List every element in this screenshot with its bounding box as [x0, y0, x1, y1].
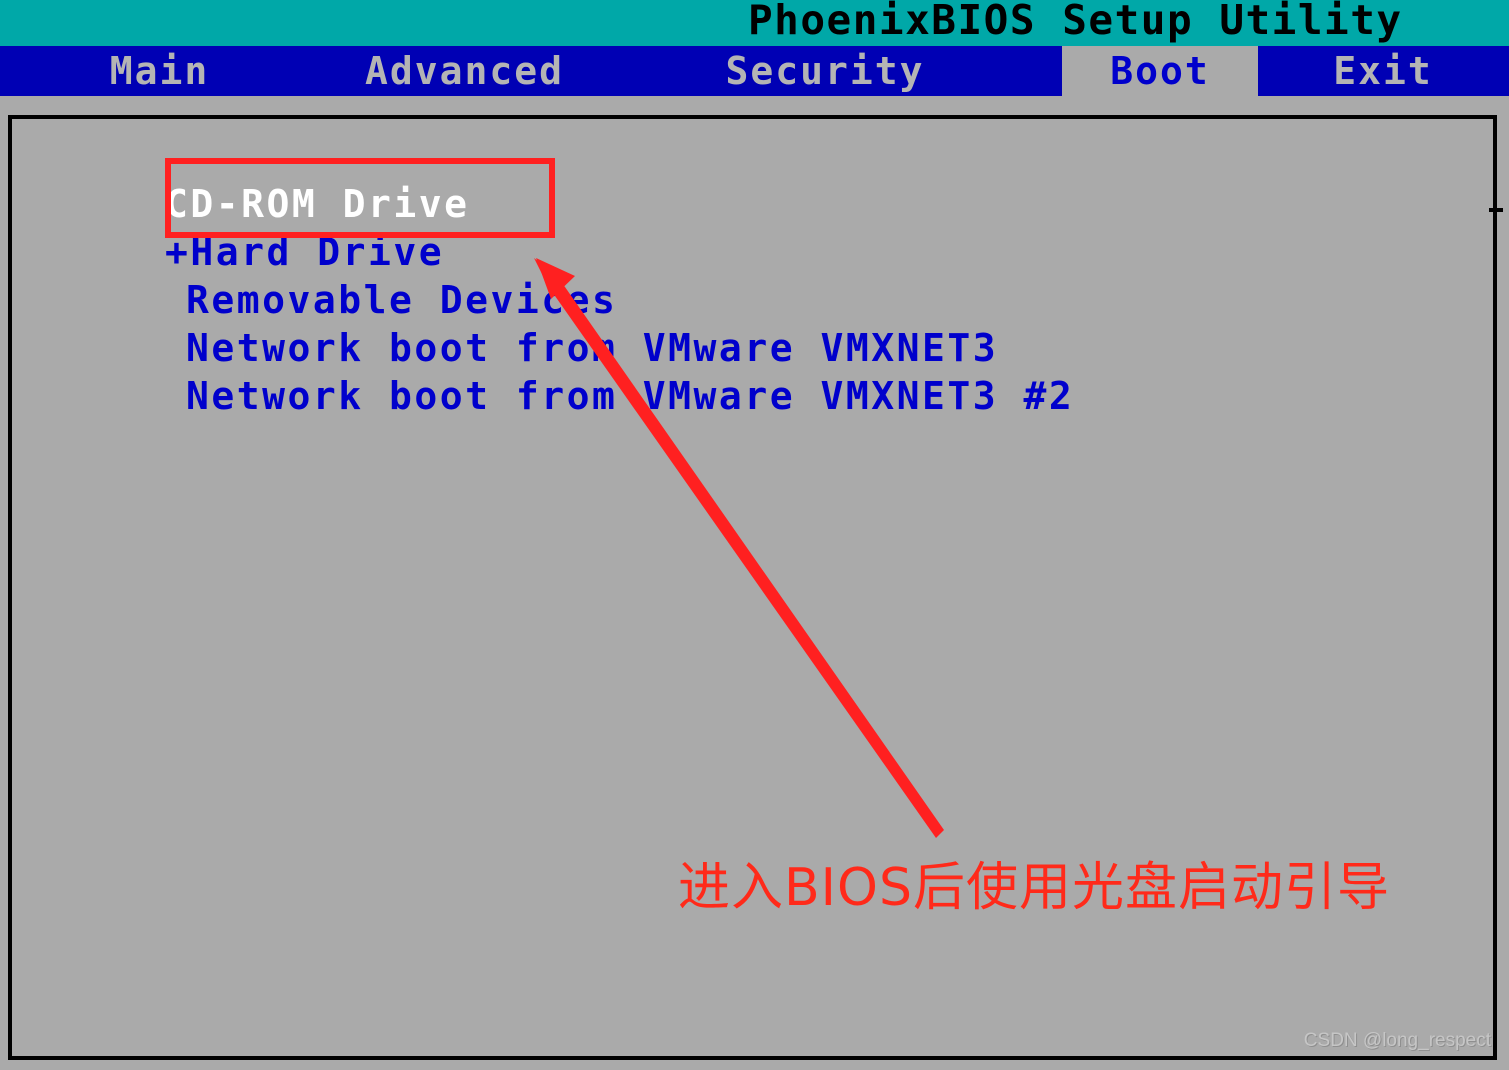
boot-list-item-removable-devices[interactable]: Removable Devices	[165, 276, 1365, 324]
menu-bar: Main Advanced Security Boot Exit	[0, 46, 1509, 96]
bios-setup-screen: PhoenixBIOS Setup Utility Main Advanced …	[0, 0, 1509, 1070]
annotation-caption: 进入BIOS后使用光盘启动引导	[678, 858, 1390, 918]
tab-security[interactable]: Security	[680, 46, 970, 96]
boot-order-list: CD-ROM Drive +Hard Drive Removable Devic…	[165, 180, 1365, 420]
tab-advanced[interactable]: Advanced	[322, 46, 607, 96]
tab-main[interactable]: Main	[62, 46, 257, 96]
tab-exit[interactable]: Exit	[1285, 46, 1481, 96]
title-bar: PhoenixBIOS Setup Utility	[0, 0, 1509, 46]
frame-tick-mark	[1489, 208, 1503, 212]
expand-plus-icon[interactable]: +	[165, 230, 190, 274]
boot-list-item-network-vmxnet3[interactable]: Network boot from VMware VMXNET3	[165, 324, 1365, 372]
page-title: PhoenixBIOS Setup Utility	[748, 0, 1403, 44]
boot-list-item-label: Hard Drive	[190, 230, 445, 274]
tab-boot[interactable]: Boot	[1062, 46, 1258, 96]
boot-list-item-hard-drive[interactable]: +Hard Drive	[165, 228, 1365, 276]
watermark: CSDN @long_respect	[1303, 1030, 1491, 1051]
boot-list-item-cdrom[interactable]: CD-ROM Drive	[165, 180, 1365, 228]
boot-list-item-network-vmxnet3-2[interactable]: Network boot from VMware VMXNET3 #2	[165, 372, 1365, 420]
